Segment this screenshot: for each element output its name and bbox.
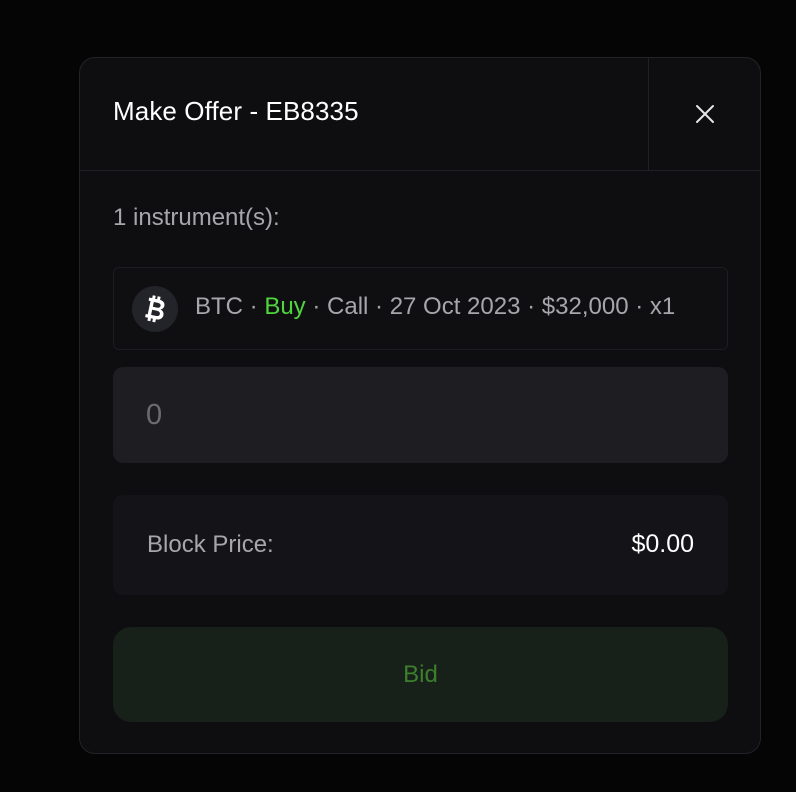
bitcoin-icon xyxy=(132,286,178,332)
instrument-expiry: 27 Oct 2023 xyxy=(389,293,521,320)
instrument-type: Call xyxy=(327,293,369,320)
separator: · xyxy=(305,293,328,320)
price-input[interactable] xyxy=(113,367,728,463)
separator: · xyxy=(520,293,542,320)
instrument-asset: BTC xyxy=(195,293,243,320)
block-price-panel: Block Price: $0.00 xyxy=(113,495,728,595)
modal-title: Make Offer - EB8335 xyxy=(113,96,359,126)
bid-button[interactable]: Bid xyxy=(113,627,728,722)
price-input-container xyxy=(113,367,728,463)
separator: · xyxy=(243,293,265,320)
instrument-description: BTC · Buy · Call · 27 Oct 2023 · $32,000… xyxy=(195,293,675,321)
close-button[interactable] xyxy=(648,58,760,170)
block-price-label: Block Price: xyxy=(147,531,274,558)
instrument-row: BTC · Buy · Call · 27 Oct 2023 · $32,000… xyxy=(113,267,728,350)
close-icon xyxy=(695,105,714,123)
separator: · xyxy=(368,293,390,320)
instrument-count: 1 instrument(s): xyxy=(113,204,280,231)
instrument-strike: $32,000 xyxy=(541,293,629,320)
instrument-quantity: x1 xyxy=(649,293,676,320)
modal-header: Make Offer - EB8335 xyxy=(80,58,760,171)
block-price-value: $0.00 xyxy=(631,530,694,558)
make-offer-modal: Make Offer - EB8335 1 instrument(s): BTC… xyxy=(79,57,761,754)
separator: · xyxy=(628,293,650,320)
instrument-side: Buy xyxy=(264,293,306,320)
